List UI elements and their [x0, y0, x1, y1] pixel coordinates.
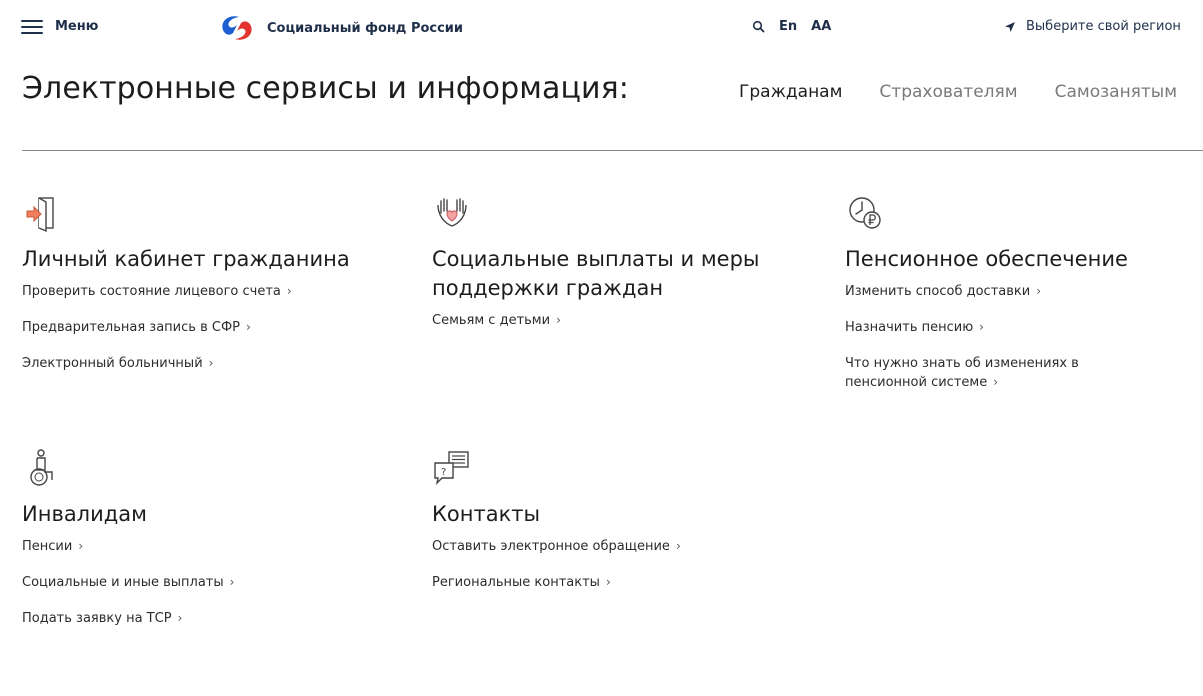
card-links: Пенсии › Социальные и иные выплаты › Подат…	[22, 537, 402, 628]
chevron-right-icon: ›	[1036, 284, 1042, 298]
card-title: Контакты	[432, 502, 541, 526]
location-arrow-icon	[1005, 21, 1015, 32]
link-assign-pension[interactable]: Назначить пенсию ›	[845, 318, 1195, 337]
logo[interactable]: Социальный фонд России	[219, 14, 463, 42]
card-title: Социальные выплаты и меры поддержки граж…	[432, 247, 760, 300]
audience-tabs: Гражданам Страхователям Самозанятым	[739, 82, 1177, 102]
top-bar: Меню Социальный фонд России En AA Выбери…	[0, 0, 1203, 58]
link-change-delivery[interactable]: Изменить способ доставки ›	[845, 282, 1195, 301]
chevron-right-icon: ›	[675, 539, 681, 553]
tab-employers[interactable]: Страхователям	[879, 82, 1017, 102]
link-pensions[interactable]: Пенсии ›	[22, 537, 402, 556]
hamburger-icon	[21, 19, 43, 34]
clock-ruble-icon	[849, 197, 881, 229]
card-title: Пенсионное обеспечение	[845, 247, 1128, 271]
svg-text:?: ?	[441, 467, 446, 478]
search-icon[interactable]	[752, 20, 765, 33]
tab-citizens[interactable]: Гражданам	[739, 82, 842, 102]
card-title: Личный кабинет гражданина	[22, 247, 350, 271]
card-links: Изменить способ доставки › Назначить пенс…	[845, 282, 1195, 392]
chevron-right-icon: ›	[78, 539, 84, 553]
card-social-payments: Социальные выплаты и меры поддержки граж…	[432, 193, 772, 347]
link-sick-leave[interactable]: Электронный больничный ›	[22, 354, 402, 373]
link-account-status[interactable]: Проверить состояние лицевого счета ›	[22, 282, 402, 301]
card-links: Семьям с детьми ›	[432, 311, 772, 330]
link-regional-contacts[interactable]: Региональные контакты ›	[432, 573, 812, 592]
chevron-right-icon: ›	[979, 320, 984, 334]
door-entry-icon	[26, 197, 54, 233]
card-disabled: Инвалидам Пенсии › Социальные и иные выпл…	[22, 448, 402, 645]
link-social-payments[interactable]: Социальные и иные выплаты ›	[22, 573, 402, 592]
region-selector[interactable]: Выберите свой регион	[1004, 19, 1181, 34]
menu-button[interactable]: Меню	[21, 19, 98, 34]
chevron-right-icon: ›	[177, 611, 183, 625]
card-personal-account: Личный кабинет гражданина Проверить сост…	[22, 193, 402, 390]
font-size-toggle[interactable]: AA	[811, 19, 831, 34]
region-label: Выберите свой регион	[1026, 19, 1181, 34]
language-switch[interactable]: En	[779, 19, 797, 34]
page-title: Электронные сервисы и информация:	[22, 71, 629, 106]
card-links: Оставить электронное обращение › Регионал…	[432, 537, 812, 592]
chevron-right-icon: ›	[993, 375, 999, 389]
sfr-logo-icon	[222, 16, 252, 40]
divider	[22, 150, 1203, 151]
card-contacts: ? Контакты Оставить электронное обращени…	[432, 448, 812, 609]
card-links: Проверить состояние лицевого счета › Пред…	[22, 282, 402, 373]
hands-heart-icon	[437, 198, 467, 227]
wheelchair-icon	[30, 449, 53, 486]
tab-self-employed[interactable]: Самозанятым	[1055, 82, 1177, 102]
link-appointment[interactable]: Предварительная запись в СФР ›	[22, 318, 402, 337]
header-tools: En AA	[752, 19, 831, 34]
chevron-right-icon: ›	[229, 575, 235, 589]
chat-question-icon: ?	[434, 451, 469, 486]
chevron-right-icon: ›	[245, 320, 251, 334]
link-pension-changes[interactable]: Что нужно знать об изменениях в пенсионн…	[845, 354, 1125, 392]
chevron-right-icon: ›	[556, 313, 561, 327]
card-pensions: Пенсионное обеспечение Изменить способ д…	[845, 193, 1195, 392]
link-electronic-appeal[interactable]: Оставить электронное обращение ›	[432, 537, 812, 556]
chevron-right-icon: ›	[605, 575, 611, 589]
link-tsr-request[interactable]: Подать заявку на ТСР ›	[22, 609, 402, 628]
link-families-with-children[interactable]: Семьям с детьми ›	[432, 311, 772, 330]
card-title: Инвалидам	[22, 502, 147, 526]
chevron-right-icon: ›	[286, 284, 292, 298]
menu-label: Меню	[55, 19, 99, 34]
chevron-right-icon: ›	[208, 356, 214, 370]
logo-text: Социальный фонд России	[267, 20, 464, 36]
